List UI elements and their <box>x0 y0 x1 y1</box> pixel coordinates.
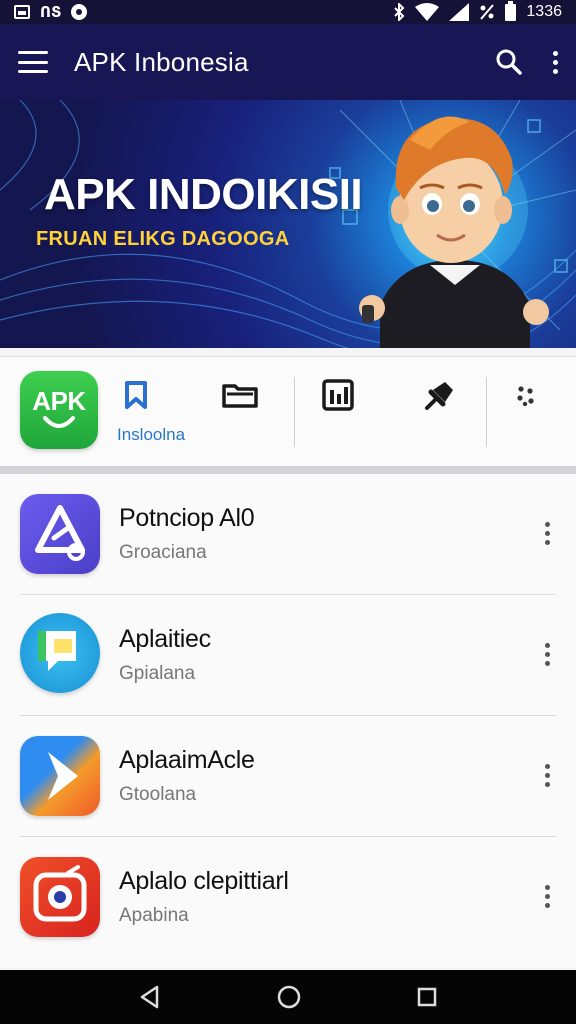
chat-bubble-app-icon <box>20 613 100 693</box>
shortcut-divider <box>294 377 295 447</box>
app-name: Aplaitiec <box>119 625 211 653</box>
app-name: Potnciop Al0 <box>119 504 255 532</box>
list-item[interactable]: Aplaitiec Gpialana <box>0 595 576 716</box>
more-vert-icon[interactable] <box>553 50 558 74</box>
app-name: AplaaimAcle <box>119 746 255 774</box>
bookmark-icon[interactable] <box>118 377 154 413</box>
check-swoosh-icon <box>43 416 75 428</box>
list-item[interactable]: AplaaimAcle Gtoolana <box>0 716 576 837</box>
signal-icon <box>449 3 470 21</box>
gallery-notification-icon <box>14 5 30 19</box>
list-item[interactable]: Potnciop Al0 Groaciana <box>0 474 576 595</box>
triangle-app-icon <box>20 494 100 574</box>
app-title: APK Inbonesia <box>74 46 249 77</box>
promo-banner[interactable]: APK INDOIKISII FRUAN ELIKG DAGOOGA <box>0 100 576 348</box>
more-vert-icon[interactable] <box>545 764 550 787</box>
section-separator <box>0 466 576 474</box>
pin-icon[interactable] <box>420 377 458 413</box>
apk-logo[interactable]: APK <box>20 371 98 449</box>
banner-background-art <box>0 100 576 348</box>
recents-icon[interactable] <box>415 985 439 1009</box>
system-navigation-bar <box>0 970 576 1024</box>
app-bar-actions <box>495 48 558 76</box>
status-left-text: ՈՏ <box>40 4 62 21</box>
status-time: 1336 <box>526 3 562 20</box>
more-vert-icon[interactable] <box>545 885 550 908</box>
camera-app-icon <box>20 857 100 937</box>
app-list: Potnciop Al0 Groaciana Aplaitiec Gpialan… <box>0 474 576 968</box>
status-right: 1336 <box>393 0 562 21</box>
shortcut-divider <box>486 377 487 447</box>
category-shortcut-bar: APK Insloolna <box>0 356 576 472</box>
shortcut-active-label[interactable]: Insloolna <box>117 425 185 445</box>
app-category: Gpialana <box>119 663 196 684</box>
more-vert-icon[interactable] <box>545 643 550 666</box>
calendar-grid-icon[interactable] <box>320 377 356 413</box>
app-bar: APK Inbonesia <box>0 24 576 100</box>
data-icon <box>480 4 495 20</box>
status-bar: ՈՏ 1336 <box>0 0 576 24</box>
menu-icon[interactable] <box>18 51 48 73</box>
list-item[interactable]: Aplalo clepittiarl Apabina <box>0 837 576 958</box>
back-icon[interactable] <box>137 984 163 1010</box>
bluetooth-icon <box>394 3 405 21</box>
more-vert-icon[interactable] <box>545 522 550 545</box>
banner-title: APK INDOIKISII <box>44 170 363 219</box>
app-category: Gtoolana <box>119 784 197 805</box>
dots-grid-icon[interactable] <box>512 383 542 409</box>
status-left: ՈՏ <box>14 3 88 21</box>
app-category: Groaciana <box>119 542 207 563</box>
wifi-icon <box>415 3 440 21</box>
battery-icon <box>505 0 517 21</box>
folder-icon[interactable] <box>220 377 260 413</box>
banner-subtitle: FRUAN ELIKG DAGOOGA <box>36 228 290 250</box>
search-icon[interactable] <box>495 48 523 76</box>
notification-circle-icon <box>71 4 88 20</box>
apk-logo-text: APK <box>32 386 86 416</box>
home-icon[interactable] <box>276 984 302 1010</box>
app-name: Aplalo clepittiarl <box>119 867 289 895</box>
play-arrow-app-icon <box>20 736 100 816</box>
app-category: Apabina <box>119 905 189 926</box>
